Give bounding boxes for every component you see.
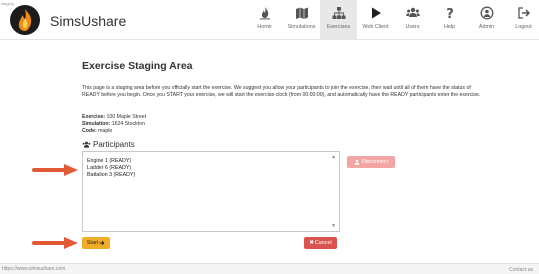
map-icon [295,7,308,19]
disconnect-label: Disconnect [361,159,389,165]
arrow-right-icon [99,240,105,246]
exercise-label: Exercise: [82,114,106,120]
exercise-info: Exercise: 100 Maple Street [82,114,146,120]
list-item[interactable]: Engine 1 (READY) [83,152,339,165]
brand-name[interactable]: SimsUshare [50,13,126,29]
nav-simulations[interactable]: Simulations [283,0,320,40]
contact-link[interactable]: Contact us [509,267,533,273]
question-icon: ? [446,7,454,20]
main-nav: Home Simulations Exercises Web Client Us… [246,0,539,40]
listbox-scrollbar[interactable]: ▲ ▼ [329,152,339,231]
sitemap-icon [332,7,345,19]
participants-listbox[interactable]: Engine 1 (READY) Ladder 6 (READY) Battal… [82,151,340,232]
participants-heading-label: Participants [93,140,135,149]
nav-help[interactable]: ? Help [431,0,468,40]
play-icon [371,7,381,19]
nav-label-web-client: Web Client [362,24,389,30]
code-value: maple [98,128,113,134]
cancel-label: Cancel [314,240,332,246]
simsushare-logo-icon[interactable] [9,4,41,36]
svg-text:?: ? [446,7,454,20]
nav-admin[interactable]: Admin [468,0,505,40]
nav-users[interactable]: Users [394,0,431,40]
nav-label-admin: Admin [478,24,495,30]
nav-label-simulations: Simulations [287,24,316,30]
status-url: https://www.simsushare.com [2,266,66,272]
exercise-value: 100 Maple Street [106,114,147,120]
list-item[interactable]: Ladder 6 (READY) [83,165,339,172]
simulation-label: Simulation: [82,121,111,127]
cancel-button[interactable]: ✖ Cancel [304,237,337,249]
disconnect-button[interactable]: Disconnect [347,156,395,168]
users-icon [405,7,420,17]
nav-home[interactable]: Home [246,0,283,40]
participants-heading: Participants [82,140,135,149]
page-title: Exercise Staging Area [82,60,193,72]
simulation-value: 1624 Stockton [111,121,145,127]
start-label: Start [86,240,99,246]
users-icon [82,141,91,148]
user-icon [354,159,360,165]
logout-icon [517,7,530,19]
simulation-info: Simulation: 1624 Stockton [82,121,145,127]
scroll-down-arrow-icon[interactable]: ▼ [331,223,336,229]
footer: https://www.simsushare.com Contact us [0,263,539,274]
fire-icon [259,7,270,20]
code-label: Code: [82,128,97,134]
scroll-up-arrow-icon[interactable]: ▲ [331,154,336,160]
annotation-arrow-icon [32,164,78,176]
nav-label-logout: Logout [515,24,532,30]
annotation-arrow-icon [32,237,78,249]
nav-label-help: Help [443,24,456,30]
nav-label-home: Home [257,24,272,30]
user-circle-icon [480,6,493,20]
code-info: Code: maple [82,128,112,134]
list-item[interactable]: Battalion 3 (READY) [83,172,339,179]
nav-web-client[interactable]: Web Client [357,0,394,40]
nav-label-exercises: Exercises [326,24,351,30]
intro-text: This page is a staging area before you o… [82,85,481,99]
start-button[interactable]: Start [82,237,110,249]
nav-logout[interactable]: Logout [505,0,539,40]
top-navbar: staging SimsUshare Home Simulations Exer… [0,0,539,40]
nav-exercises[interactable]: Exercises [320,0,357,40]
close-icon: ✖ [309,240,314,246]
nav-label-users: Users [405,24,420,30]
